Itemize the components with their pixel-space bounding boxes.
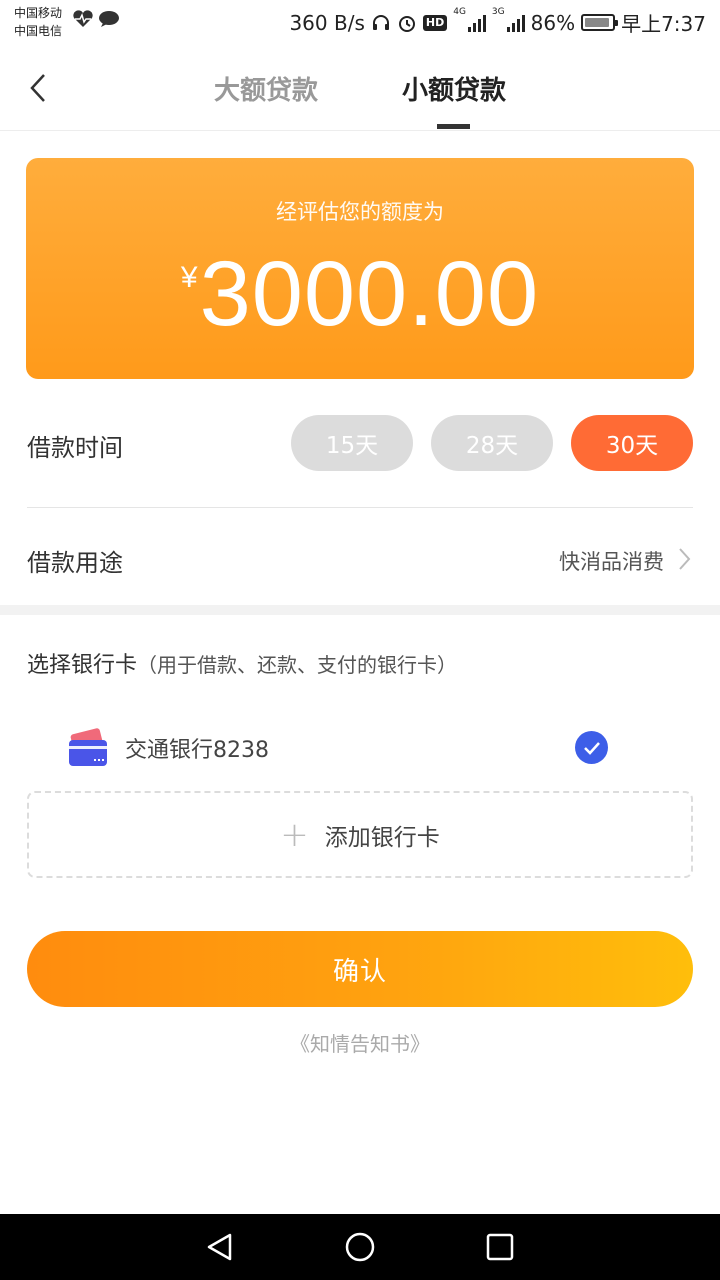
tab-small-loan[interactable]: 小额贷款 <box>402 70 506 107</box>
loan-purpose-value[interactable]: 快消品消费 <box>559 546 664 576</box>
check-icon[interactable] <box>575 731 608 764</box>
period-option-15[interactable]: 15天 <box>291 415 413 471</box>
net-tag-3g: 3G <box>491 7 505 17</box>
signal-icon <box>506 14 525 32</box>
tab-indicator <box>437 124 470 129</box>
divider <box>27 507 693 508</box>
hd-badge: HD <box>422 14 448 31</box>
net-speed: 360 B/s <box>289 10 365 35</box>
bank-card-title: 选择银行卡（用于借款、还款、支付的银行卡） <box>27 647 457 679</box>
bank-card-icon <box>69 728 107 766</box>
bank-card-subtitle: （用于借款、还款、支付的银行卡） <box>137 653 458 677</box>
notice-link[interactable]: 《知情告知书》 <box>0 1028 720 1057</box>
quota-label: 经评估您的额度为 <box>276 200 444 224</box>
bank-card-name: 交通银行8238 <box>125 738 269 763</box>
status-right: 360 B/s HD 4G 3G 86% 早上7:37 <box>289 8 706 37</box>
quota-value: 3000.00 <box>199 243 540 345</box>
nav-back-icon[interactable] <box>204 1231 236 1263</box>
loan-period-label: 借款时间 <box>27 434 123 462</box>
back-button[interactable] <box>20 68 56 108</box>
period-option-28[interactable]: 28天 <box>431 415 553 471</box>
headset-icon <box>372 14 389 30</box>
section-divider <box>0 605 720 615</box>
chevron-right-icon[interactable] <box>674 545 694 573</box>
plus-icon: + <box>280 814 309 855</box>
notification-icons <box>72 10 120 28</box>
navigation-bar <box>0 1214 720 1280</box>
alarm-icon <box>398 15 415 32</box>
tab-large-loan[interactable]: 大额贷款 <box>214 70 318 107</box>
add-bank-card-label: 添加银行卡 <box>324 824 440 851</box>
bank-card-title-main: 选择银行卡 <box>27 653 138 678</box>
quota-amount: ¥3000.00 <box>26 242 694 347</box>
status-bar: 中国移动 中国电信 360 B/s HD 4G 3G 86% 早上7:37 <box>0 0 720 44</box>
carrier-2: 中国电信 <box>14 24 63 38</box>
nav-home-icon[interactable] <box>344 1231 376 1263</box>
confirm-button[interactable]: 确认 <box>27 931 693 1007</box>
chevron-left-icon <box>30 74 45 102</box>
carrier-info: 中国移动 中国电信 <box>14 4 62 40</box>
battery-percent: 86% <box>530 10 576 35</box>
clock: 早上7:37 <box>621 12 706 36</box>
nav-recent-icon[interactable] <box>484 1231 516 1263</box>
signal-icon <box>467 14 486 32</box>
net-tag-4g: 4G <box>453 7 466 17</box>
heartbeat-icon <box>73 10 93 27</box>
carrier-1: 中国移动 <box>14 6 63 20</box>
bank-card-item[interactable]: 交通银行8238 <box>68 726 628 770</box>
period-option-30[interactable]: 30天 <box>571 415 693 471</box>
loan-purpose-label: 借款用途 <box>27 549 123 577</box>
message-icon <box>99 11 119 27</box>
header: 大额贷款 小额贷款 <box>0 44 720 131</box>
add-bank-card-button[interactable]: + 添加银行卡 <box>27 791 693 878</box>
currency-symbol: ¥ <box>180 261 198 294</box>
battery-icon <box>581 14 619 31</box>
quota-card: 经评估您的额度为 ¥3000.00 <box>26 158 694 379</box>
